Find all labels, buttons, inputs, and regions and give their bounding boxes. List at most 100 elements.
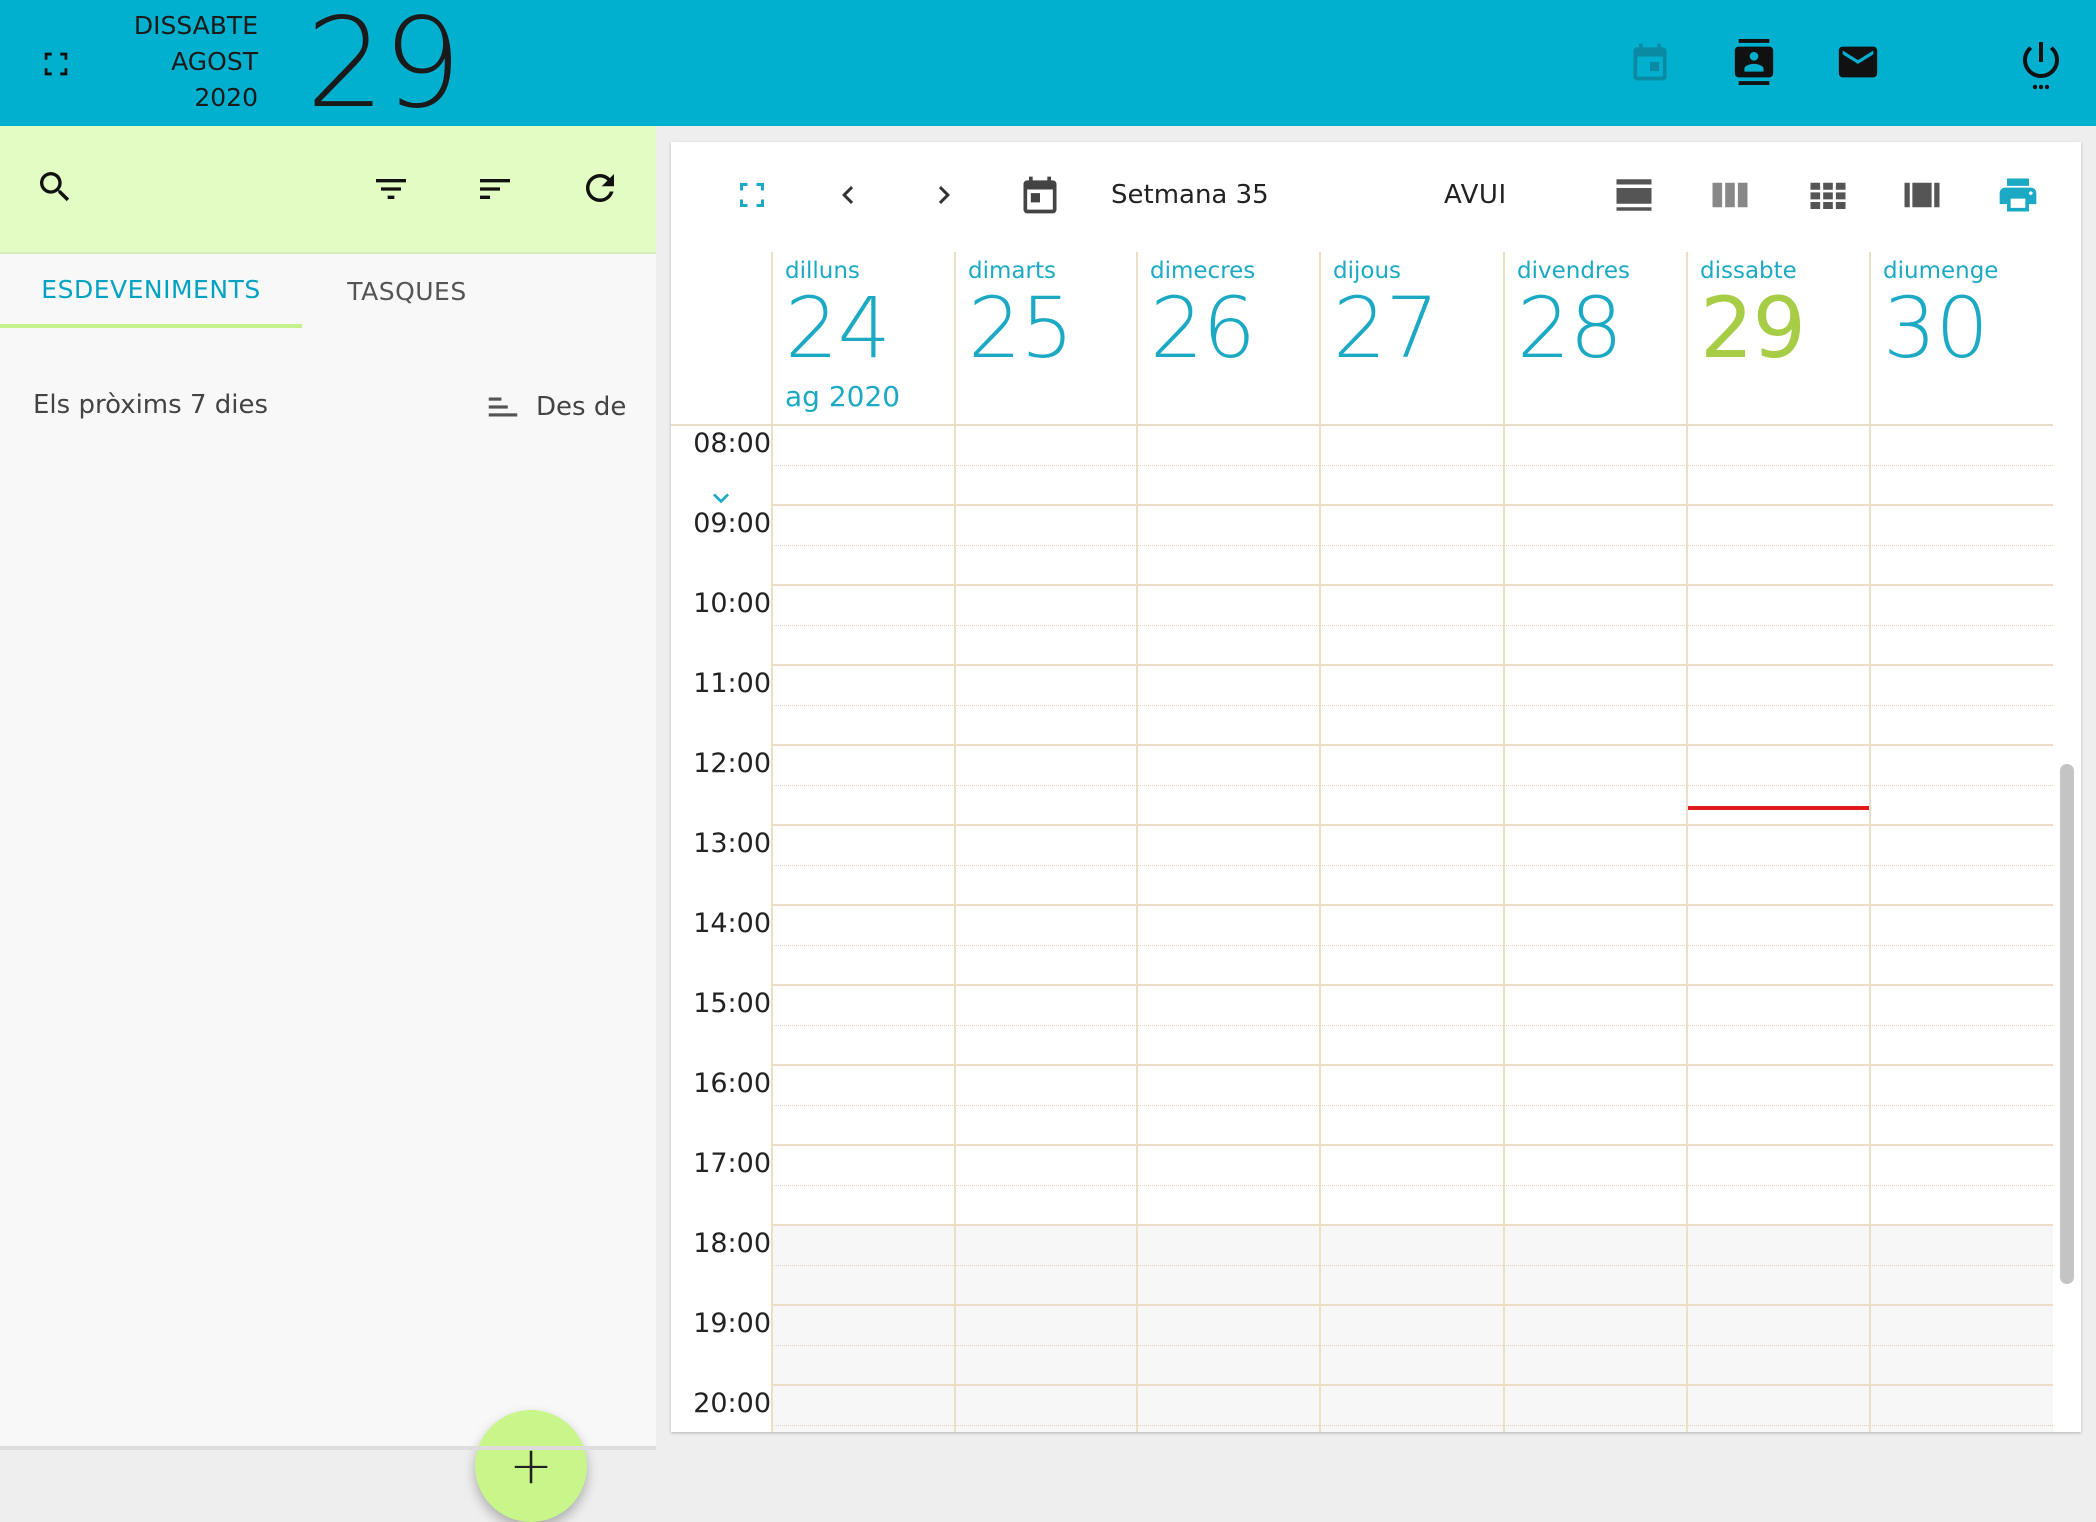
half-hour-divider (771, 625, 2053, 626)
hour-label: 10:00 (693, 588, 771, 619)
week-view-icon[interactable] (1707, 172, 1753, 218)
hour-row: 18:00 (671, 1226, 2053, 1306)
tab-tasks[interactable]: TASQUES (302, 254, 512, 328)
multiweek-view-icon[interactable] (1899, 172, 1945, 218)
hour-slot[interactable] (771, 826, 2053, 906)
day-number: 25 (968, 279, 1074, 377)
hour-row: 15:00 (671, 986, 2053, 1066)
hour-label: 17:00 (693, 1148, 771, 1179)
day-view-icon[interactable] (1611, 172, 1657, 218)
hour-slot[interactable] (771, 586, 2053, 666)
day-separator (1503, 426, 1505, 1432)
previous-week-icon[interactable] (825, 172, 871, 218)
day-number: 27 (1333, 279, 1439, 377)
contacts-app-icon[interactable] (1730, 36, 1778, 88)
half-hour-divider (771, 465, 2053, 466)
day-number: 29 (1700, 279, 1806, 377)
hour-row: 14:00 (671, 906, 2053, 986)
agenda-sort-control[interactable]: Des de (484, 388, 626, 426)
filter-icon[interactable] (370, 168, 412, 210)
day-column-dissabte[interactable]: dissabte 29 (1686, 252, 1869, 424)
fullscreen-icon[interactable] (36, 44, 76, 84)
hour-slot[interactable] (771, 906, 2053, 986)
hour-slot[interactable] (771, 506, 2053, 586)
date-picker-icon[interactable] (1017, 172, 1063, 218)
hour-label: 14:00 (693, 908, 771, 939)
month-view-icon[interactable] (1805, 172, 1851, 218)
hour-slot[interactable] (771, 1146, 2053, 1226)
hour-slot[interactable] (771, 746, 2053, 826)
day-column-dilluns[interactable]: dilluns 24 ag 2020 (771, 252, 954, 424)
current-date: DISSABTE AGOST 2020 (134, 8, 258, 116)
day-column-diumenge[interactable]: diumenge 30 (1869, 252, 2053, 424)
day-separator (771, 426, 773, 1432)
half-hour-divider (771, 1025, 2053, 1026)
half-hour-divider (771, 1425, 2053, 1426)
hour-slot[interactable] (771, 1306, 2053, 1386)
current-time-indicator (1688, 806, 1869, 810)
day-number: 24 (785, 279, 891, 377)
hour-label: 19:00 (693, 1308, 771, 1339)
day-separator (1869, 426, 1871, 1432)
top-bar: DISSABTE AGOST 2020 29 (0, 0, 2096, 134)
calendar-app-icon[interactable] (1626, 38, 1674, 86)
half-hour-divider (771, 1265, 2053, 1266)
hour-row: 20:00 (671, 1386, 2053, 1432)
current-month: AGOST (171, 47, 258, 76)
search-icon[interactable] (34, 166, 76, 208)
hour-slot[interactable] (771, 1226, 2053, 1306)
hour-label: 09:00 (693, 508, 771, 539)
today-button[interactable]: AVUI (1444, 180, 1507, 210)
current-day-number: 29 (306, 0, 462, 136)
hour-row: 08:00 (671, 426, 2053, 506)
day-number: 26 (1150, 279, 1256, 377)
agenda-sort-label: Des de (536, 392, 627, 422)
day-separator (954, 426, 956, 1432)
hour-row: 13:00 (671, 826, 2053, 906)
print-icon[interactable] (1995, 172, 2041, 218)
hour-slot[interactable] (771, 1066, 2053, 1146)
hour-slot[interactable] (771, 426, 2053, 506)
hour-row: 10:00 (671, 586, 2053, 666)
day-column-divendres[interactable]: divendres 28 (1503, 252, 1686, 424)
week-day-header: dilluns 24 ag 2020 dimarts 25 dimecres 26 dijou… (671, 252, 2053, 504)
day-number: 30 (1883, 279, 1989, 377)
hour-row: 19:00 (671, 1306, 2053, 1386)
day-separator (1319, 426, 1321, 1432)
day-column-dijous[interactable]: dijous 27 (1319, 252, 1503, 424)
next-week-icon[interactable] (921, 172, 967, 218)
add-event-button[interactable]: + (475, 1410, 587, 1522)
half-hour-divider (771, 1185, 2053, 1186)
hour-label: 08:00 (693, 428, 771, 459)
half-hour-divider (771, 1105, 2053, 1106)
day-column-dimecres[interactable]: dimecres 26 (1136, 252, 1319, 424)
hour-slot[interactable] (771, 1386, 2053, 1432)
hour-slot[interactable] (771, 986, 2053, 1066)
hour-label: 20:00 (693, 1388, 771, 1419)
calendar-scrollbar[interactable] (2060, 764, 2074, 1284)
sort-order-icon (488, 397, 518, 417)
hour-label: 15:00 (693, 988, 771, 1019)
current-weekday: DISSABTE (133, 11, 258, 40)
hour-slot[interactable] (771, 666, 2053, 746)
hour-row: 16:00 (671, 1066, 2053, 1146)
mail-app-icon[interactable] (1834, 38, 1882, 86)
day-separator (1136, 426, 1138, 1432)
expand-calendar-icon[interactable] (729, 172, 775, 218)
hour-label: 13:00 (693, 828, 771, 859)
day-separator (1686, 426, 1688, 1432)
power-icon[interactable] (2016, 36, 2066, 92)
hour-label: 12:00 (693, 748, 771, 779)
hour-row: 09:00 (671, 506, 2053, 586)
time-grid: 08:00 09:00 10:00 11:00 12:00 13:00 14:00 15:00… (671, 426, 2053, 1432)
week-label: Setmana 35 (1111, 180, 1269, 210)
hour-label: 16:00 (693, 1068, 771, 1099)
agenda-toolbar (0, 126, 656, 254)
tab-events[interactable]: ESDEVENIMENTS (0, 254, 302, 328)
current-year: 2020 (194, 83, 258, 112)
day-number: 28 (1517, 279, 1623, 377)
refresh-icon[interactable] (578, 166, 622, 210)
panel-bottom-edge (0, 1446, 656, 1450)
sort-icon[interactable] (474, 168, 516, 210)
day-column-dimarts[interactable]: dimarts 25 (954, 252, 1136, 424)
